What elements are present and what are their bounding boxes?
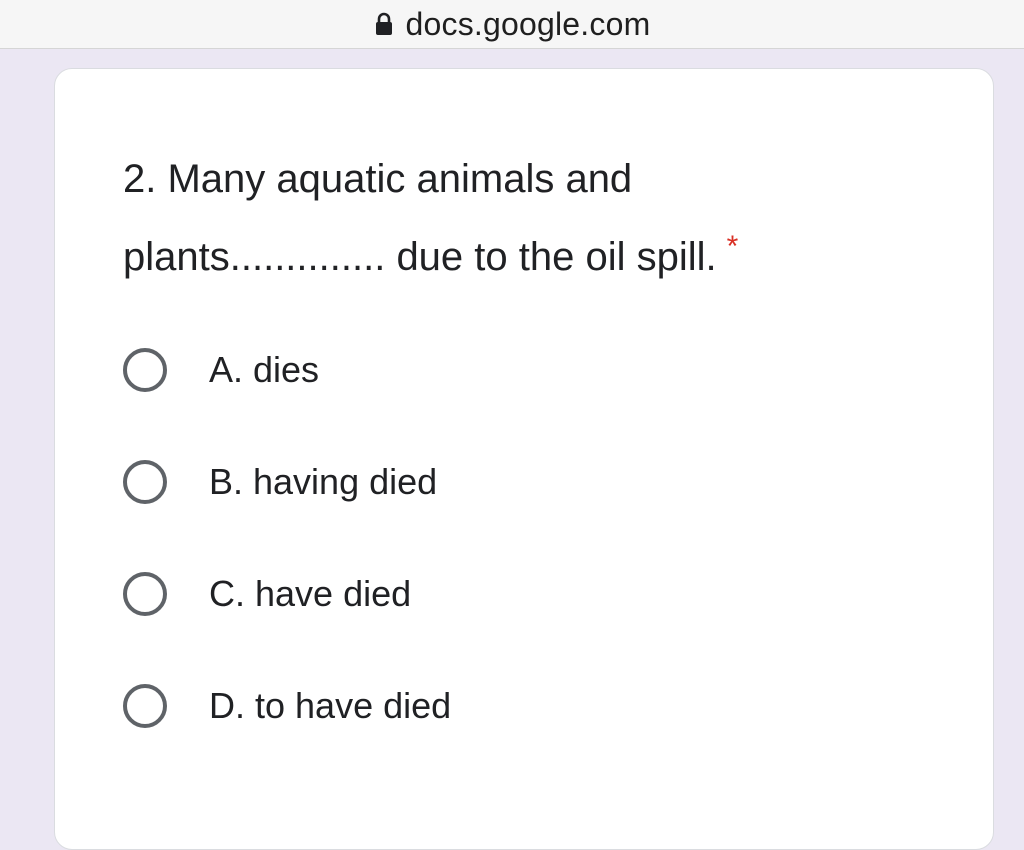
option-a[interactable]: A. dies: [123, 337, 451, 403]
question-title: 2. Many aquatic animals and plants......…: [123, 145, 883, 291]
question-card: 2. Many aquatic animals and plants......…: [54, 68, 994, 850]
radio-button-d[interactable]: [123, 684, 167, 728]
required-asterisk: *: [726, 230, 739, 263]
radio-button-b[interactable]: [123, 460, 167, 504]
option-c[interactable]: C. have died: [123, 561, 451, 627]
url-text[interactable]: docs.google.com: [406, 6, 651, 43]
lock-icon: [374, 12, 394, 36]
option-d[interactable]: D. to have died: [123, 673, 451, 739]
question-text-line-2-content: plants.............. due to the oil spil…: [123, 235, 717, 279]
option-d-label: D. to have died: [209, 685, 452, 726]
radio-button-c[interactable]: [123, 572, 167, 616]
url-group[interactable]: docs.google.com: [374, 6, 651, 43]
option-b[interactable]: B. having died: [123, 449, 451, 515]
options-list: A. dies B. having died C. have died D. t…: [123, 337, 451, 785]
radio-button-a[interactable]: [123, 348, 167, 392]
option-c-label: C. have died: [209, 573, 412, 614]
option-b-label: B. having died: [209, 461, 438, 502]
question-text-line-2: plants.............. due to the oil spil…: [123, 213, 883, 291]
question-text-line-1: 2. Many aquatic animals and: [123, 157, 633, 201]
address-bar[interactable]: docs.google.com: [0, 0, 1024, 49]
option-a-label: A. dies: [209, 349, 320, 390]
